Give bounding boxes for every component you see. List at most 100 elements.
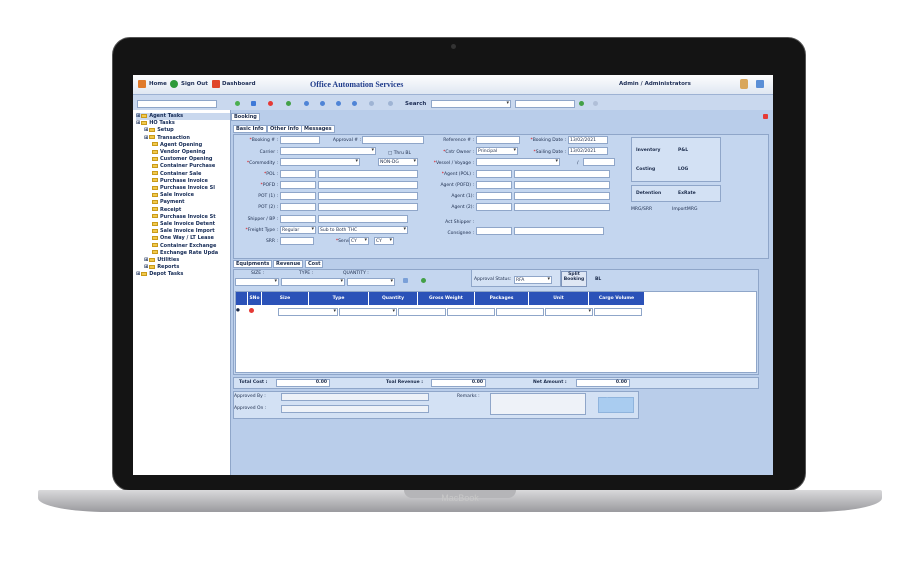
first-icon[interactable] bbox=[304, 101, 309, 106]
tree-item[interactable]: ⊞ Transaction bbox=[144, 135, 190, 142]
prev-icon[interactable] bbox=[320, 101, 325, 106]
vessel-select[interactable] bbox=[476, 158, 560, 166]
agent-code-3[interactable] bbox=[476, 203, 512, 211]
search-field-select[interactable] bbox=[431, 100, 511, 108]
grid-packages-input[interactable] bbox=[496, 308, 544, 316]
approval-no-input[interactable] bbox=[362, 136, 424, 144]
refresh-row-icon[interactable] bbox=[421, 278, 426, 283]
port-name-2[interactable] bbox=[318, 192, 418, 200]
thru-bl-checkbox[interactable]: □ Thru BL bbox=[388, 151, 411, 156]
expand-toggle-icon[interactable]: ⊞ bbox=[144, 135, 148, 141]
consignee-code-input[interactable] bbox=[476, 227, 512, 235]
tree-search-input[interactable] bbox=[137, 100, 217, 108]
tree-item[interactable]: ⊞ Reports bbox=[144, 264, 179, 271]
expand-toggle-icon[interactable]: ⊞ bbox=[136, 113, 140, 119]
tree-item[interactable]: Customer Opening bbox=[152, 156, 212, 163]
tree-item[interactable]: Purchase Invoice Sl bbox=[152, 185, 215, 192]
sub-thc-select[interactable]: Sub to Both THC bbox=[318, 226, 408, 234]
add-icon[interactable] bbox=[235, 101, 240, 106]
service-to-select[interactable]: CY bbox=[374, 237, 394, 245]
grid-header[interactable]: Quantity bbox=[369, 292, 418, 305]
carrier-select[interactable] bbox=[280, 147, 376, 155]
grid-header[interactable]: Unit bbox=[529, 292, 589, 305]
tree-item[interactable]: Sale Invoice bbox=[152, 192, 194, 199]
tree-item[interactable]: Receipt bbox=[152, 207, 181, 214]
tab-messages[interactable]: Messages bbox=[301, 125, 335, 133]
agent-code-2[interactable] bbox=[476, 192, 512, 200]
tree-item[interactable]: Agent Opening bbox=[152, 142, 202, 149]
tree-item[interactable]: Purchase Invoice St bbox=[152, 214, 216, 221]
approval-status-select[interactable]: RFA bbox=[514, 276, 552, 284]
grid-header[interactable]: Cargo Volume bbox=[589, 292, 645, 305]
service-from-select[interactable]: CY bbox=[349, 237, 369, 245]
expand-toggle-icon[interactable]: ⊞ bbox=[144, 127, 148, 133]
tree-item[interactable]: Container Exchange bbox=[152, 243, 216, 250]
page-tab-booking[interactable]: Booking bbox=[231, 113, 260, 121]
signout-link[interactable]: Sign Out bbox=[181, 81, 208, 87]
grid-unit-select[interactable] bbox=[545, 308, 593, 316]
search-clear-icon[interactable] bbox=[593, 101, 598, 106]
commodity-select[interactable] bbox=[280, 158, 360, 166]
grid-header[interactable]: SNo bbox=[248, 292, 262, 305]
home-icon[interactable] bbox=[138, 80, 146, 88]
agent-name-3[interactable] bbox=[514, 203, 610, 211]
subtab-revenue[interactable]: Revenue bbox=[273, 260, 304, 268]
costing-label[interactable]: Costing bbox=[636, 167, 655, 172]
log-label[interactable]: LOG bbox=[678, 167, 688, 172]
quantity-stepper[interactable] bbox=[347, 278, 395, 286]
save-icon[interactable] bbox=[251, 101, 256, 106]
grid-gross-weight-input[interactable] bbox=[447, 308, 495, 316]
port-name-1[interactable] bbox=[318, 181, 418, 189]
grid-header[interactable]: Gross Weight bbox=[418, 292, 475, 305]
pnl-label[interactable]: P&L bbox=[678, 148, 688, 153]
next-icon[interactable] bbox=[336, 101, 341, 106]
booking-date-input[interactable]: 13/02/2021 bbox=[568, 136, 608, 144]
dashboard-icon[interactable] bbox=[212, 80, 220, 88]
subtab-cost[interactable]: Cost bbox=[305, 260, 324, 268]
tab-other-info[interactable]: Other Info bbox=[267, 125, 302, 133]
mrg-srr-label[interactable]: MRG/SRR bbox=[631, 207, 652, 212]
user-icon[interactable] bbox=[740, 79, 748, 89]
tree-item[interactable]: ⊞ Utilities bbox=[144, 257, 179, 264]
reference-no-input[interactable] bbox=[476, 136, 520, 144]
tree-item[interactable]: ⊞ Agent Tasks bbox=[136, 113, 230, 120]
remarks-input[interactable] bbox=[490, 393, 586, 415]
dashboard-link[interactable]: Dashboard bbox=[222, 81, 256, 87]
shipper-name-input[interactable] bbox=[318, 215, 408, 223]
expand-toggle-icon[interactable]: ⊞ bbox=[144, 257, 148, 263]
delete-icon[interactable] bbox=[268, 101, 273, 106]
shipper-code-input[interactable] bbox=[280, 215, 316, 223]
agent-code-1[interactable] bbox=[476, 181, 512, 189]
close-icon[interactable] bbox=[763, 114, 768, 119]
tree-item[interactable]: Purchase Invoice bbox=[152, 178, 208, 185]
tree-item[interactable]: Vendor Opening bbox=[152, 149, 205, 156]
size-select[interactable] bbox=[235, 278, 279, 286]
tree-item[interactable]: Container Purchase bbox=[152, 163, 215, 170]
detention-label[interactable]: Detention bbox=[636, 191, 661, 196]
commodity-dg-select[interactable]: NON-DG bbox=[378, 158, 418, 166]
grid-cargo-volume-input[interactable] bbox=[594, 308, 642, 316]
tab-basic-info[interactable]: Basic Info bbox=[233, 125, 267, 133]
consignee-name-input[interactable] bbox=[514, 227, 604, 235]
grid-type-select[interactable] bbox=[339, 308, 397, 316]
approve-button[interactable]: Approve bbox=[598, 397, 634, 413]
import-mrg-label[interactable]: ImportMRG bbox=[672, 207, 697, 212]
help-icon[interactable] bbox=[388, 101, 393, 106]
tree-item[interactable]: ⊞ Depot Tasks bbox=[136, 271, 183, 278]
agent-code-0[interactable] bbox=[476, 170, 512, 178]
grid-size-select[interactable] bbox=[278, 308, 338, 316]
freight-type-select[interactable]: Regular bbox=[280, 226, 316, 234]
inventory-label[interactable]: Inventory bbox=[636, 148, 660, 153]
exrate-label[interactable]: ExRate bbox=[678, 191, 696, 196]
approved-on-input[interactable] bbox=[281, 405, 429, 413]
search-input[interactable] bbox=[515, 100, 575, 108]
port-code-0[interactable] bbox=[280, 170, 316, 178]
grid-header[interactable] bbox=[236, 292, 248, 305]
port-name-3[interactable] bbox=[318, 203, 418, 211]
type-select[interactable] bbox=[281, 278, 345, 286]
srr-input[interactable] bbox=[280, 237, 314, 245]
tree-item[interactable]: ⊞ HO Tasks bbox=[136, 120, 175, 127]
delete-row-icon[interactable] bbox=[249, 308, 254, 313]
bl-label[interactable]: BL bbox=[595, 277, 601, 282]
port-code-2[interactable] bbox=[280, 192, 316, 200]
